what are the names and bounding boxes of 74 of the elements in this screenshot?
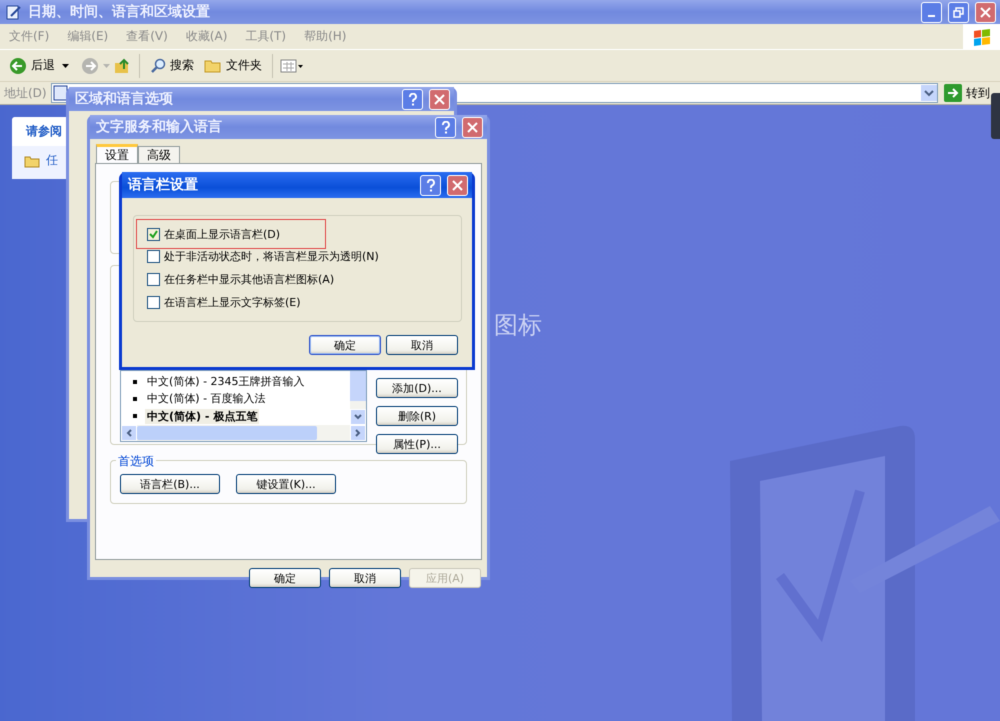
chevron-down-icon bbox=[354, 414, 362, 420]
restore-button[interactable] bbox=[948, 2, 969, 22]
dialog-title: 语言栏设置 bbox=[128, 176, 199, 194]
task-link[interactable]: 任 bbox=[46, 152, 58, 169]
close-icon bbox=[467, 122, 478, 132]
close-button[interactable] bbox=[447, 174, 468, 196]
close-button[interactable] bbox=[975, 2, 996, 22]
scroll-thumb[interactable] bbox=[137, 426, 317, 440]
tab[interactable]: 高级 bbox=[138, 146, 180, 163]
dropdown-arrow-icon[interactable] bbox=[62, 64, 69, 68]
dialog-title: 区域和语言选项 bbox=[75, 90, 174, 108]
bullet-icon bbox=[133, 396, 137, 401]
go-button[interactable]: 转到 bbox=[942, 84, 990, 102]
group-title: 首选项 bbox=[116, 453, 156, 470]
checkbox-label: 处于非活动状态时，将语言栏显示为透明(N) bbox=[164, 249, 379, 264]
bullet-icon bbox=[133, 414, 137, 418]
search-button[interactable]: 搜索 bbox=[147, 55, 197, 76]
help-icon bbox=[426, 178, 436, 192]
window-title: 日期、时间、语言和区域设置 bbox=[28, 3, 211, 21]
checkbox-label: 在任务栏中显示其他语言栏图标(A) bbox=[164, 272, 334, 287]
dialog-button[interactable]: 取消 bbox=[386, 335, 458, 355]
help-button[interactable] bbox=[435, 116, 456, 138]
chevron-left-icon bbox=[126, 429, 132, 437]
scroll-right-button[interactable] bbox=[350, 425, 366, 441]
checkbox-label: 在桌面上显示语言栏(D) bbox=[164, 226, 280, 242]
checkbox[interactable] bbox=[147, 273, 160, 286]
checkbox[interactable] bbox=[147, 296, 160, 309]
check-icon bbox=[149, 230, 158, 238]
checkbox[interactable] bbox=[147, 250, 160, 263]
windows-logo-icon bbox=[972, 28, 992, 46]
checkbox-label: 在语言栏上显示文字标签(E) bbox=[164, 295, 301, 310]
services-list[interactable]: 中文(简体) - 2345王牌拼音输入 中文(简体) - 百度输入法 中文(简体) - 极点五笔 bbox=[120, 370, 367, 442]
search-icon bbox=[150, 58, 166, 74]
meter-gadget bbox=[991, 93, 1000, 139]
help-icon bbox=[440, 120, 450, 134]
close-button[interactable] bbox=[429, 88, 450, 110]
folders-button[interactable]: 文件夹 bbox=[201, 55, 265, 76]
service-button[interactable]: 属性(P)... bbox=[376, 434, 458, 454]
dialog-button[interactable]: 取消 bbox=[329, 568, 401, 588]
dialog-button[interactable]: 确定 bbox=[249, 568, 321, 588]
close-icon bbox=[452, 180, 463, 190]
address-label: 地址(D) bbox=[4, 84, 47, 102]
folder-icon bbox=[24, 154, 40, 168]
minimize-icon bbox=[928, 15, 935, 17]
control-panel-icon bbox=[52, 85, 69, 101]
help-button[interactable] bbox=[402, 88, 423, 110]
preference-button[interactable]: 语言栏(B)... bbox=[120, 474, 220, 494]
preference-button[interactable]: 键设置(K)... bbox=[236, 474, 336, 494]
service-item[interactable]: 中文(简体) - 极点五笔 bbox=[145, 408, 260, 424]
minimize-button[interactable] bbox=[921, 2, 942, 22]
service-button[interactable]: 删除(R) bbox=[376, 406, 458, 426]
close-icon bbox=[434, 94, 445, 104]
scroll-down-button[interactable] bbox=[350, 409, 366, 425]
chevron-right-icon bbox=[355, 429, 361, 437]
close-button[interactable] bbox=[462, 116, 483, 138]
back-button[interactable]: 后退 bbox=[6, 54, 58, 76]
dialog-button[interactable]: 确定 bbox=[309, 335, 381, 355]
service-button[interactable]: 添加(D)... bbox=[376, 378, 458, 398]
help-icon bbox=[408, 92, 418, 106]
window-icon bbox=[6, 4, 22, 20]
scroll-thumb[interactable] bbox=[350, 371, 366, 401]
tab[interactable]: 设置 bbox=[96, 144, 138, 163]
category-heading: 图标 bbox=[494, 310, 542, 341]
close-icon bbox=[980, 6, 991, 18]
help-button[interactable] bbox=[420, 174, 441, 196]
folder-icon bbox=[204, 58, 222, 74]
restore-icon bbox=[953, 6, 964, 18]
forward-icon[interactable] bbox=[81, 56, 99, 74]
service-item[interactable]: 中文(简体) - 百度输入法 bbox=[145, 391, 268, 406]
checkbox[interactable] bbox=[147, 228, 160, 240]
service-item[interactable]: 中文(简体) - 2345王牌拼音输入 bbox=[145, 374, 307, 390]
views-icon[interactable] bbox=[280, 58, 304, 72]
bullet-icon bbox=[133, 380, 137, 384]
scroll-left-button[interactable] bbox=[121, 425, 137, 441]
